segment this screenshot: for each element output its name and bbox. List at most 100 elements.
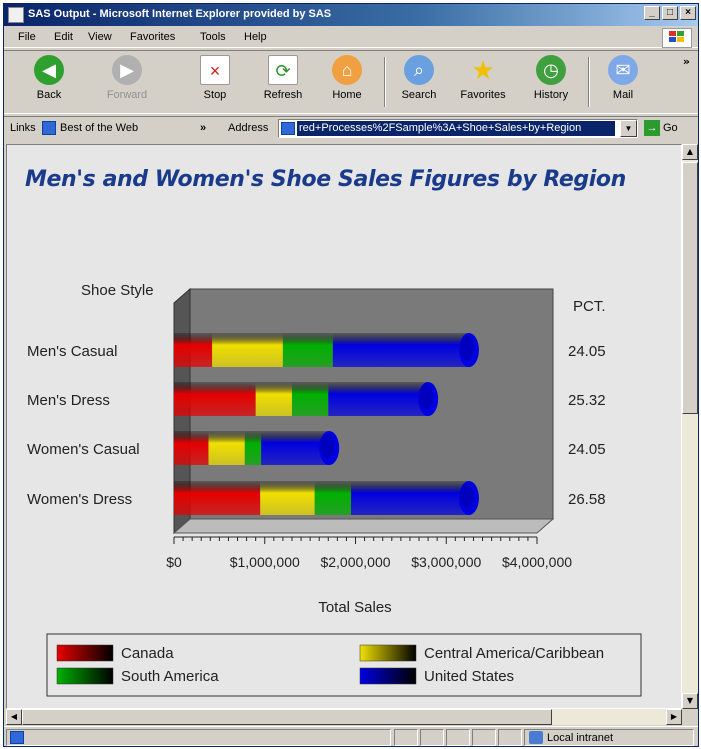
minimize-button[interactable]: _ [644, 6, 660, 20]
horizontal-scroll-thumb[interactable] [22, 709, 552, 725]
close-button[interactable]: × [680, 6, 696, 20]
vertical-scrollbar[interactable]: ▲ ▼ [682, 144, 698, 709]
windows-logo-icon [662, 28, 692, 48]
legend-swatch [56, 667, 114, 685]
mail-icon: ✉ [608, 55, 638, 85]
bar-segment [261, 431, 330, 465]
category-label: Men's Dress [27, 392, 110, 409]
menu-file[interactable]: File [18, 31, 36, 43]
best-of-web-link[interactable]: Best of the Web [60, 122, 138, 134]
address-input[interactable]: red+Processes%2FSample%3A+Shoe+Sales+by+… [278, 119, 638, 138]
address-value[interactable]: red+Processes%2FSample%3A+Shoe+Sales+by+… [297, 121, 615, 136]
bar-end-shade [459, 484, 474, 508]
back-arrow-icon: ◀ [34, 55, 64, 85]
legend-swatch [359, 667, 417, 685]
menu-tools[interactable]: Tools [200, 31, 226, 43]
search-label: Search [401, 89, 437, 101]
x-tick-label: $1,000,000 [230, 554, 300, 570]
category-label: Women's Casual [27, 441, 140, 458]
address-bar: Links Best of the Web » Address red+Proc… [4, 116, 698, 140]
toolbar: ◀ Back ▶ Forward × Stop ⟳ Refresh ⌂ Home… [4, 50, 698, 114]
mail-label: Mail [612, 89, 634, 101]
zone-label: Local intranet [547, 732, 614, 744]
bar-end-shade [320, 434, 335, 458]
legend-label: United States [424, 668, 514, 685]
address-label: Address [228, 122, 269, 134]
pct-header: PCT. [573, 298, 606, 315]
star-icon: ★ [471, 55, 495, 85]
legend-label: Central America/Caribbean [424, 645, 604, 662]
scroll-left-icon[interactable]: ◀ [6, 709, 22, 725]
search-button[interactable]: ⌕ Search [394, 55, 444, 111]
legend-label: South America [121, 668, 219, 685]
bar-segment [208, 431, 245, 465]
chart-floor [172, 518, 555, 534]
refresh-icon: ⟳ [268, 55, 298, 85]
back-button[interactable]: ◀ Back [24, 55, 74, 111]
chart-svg: Shoe Style PCT. Men's Casual 24.05 Men's Dre… [27, 282, 642, 697]
x-axis-label: Total Sales [318, 599, 391, 616]
go-label: Go [663, 121, 678, 134]
favorites-button[interactable]: ★ Favorites [458, 55, 508, 111]
home-icon: ⌂ [332, 55, 362, 85]
go-button[interactable]: → Go [644, 120, 678, 136]
y-axis-label: Shoe Style [81, 282, 154, 299]
toolbar-separator [384, 57, 386, 107]
scroll-down-icon[interactable]: ▼ [682, 693, 698, 709]
page-content: Men's and Women's Shoe Sales Figures by … [6, 144, 682, 709]
refresh-label: Refresh [263, 89, 303, 101]
bar-segment [174, 382, 256, 416]
bar-segment [212, 333, 283, 367]
bar-segment [291, 382, 329, 416]
chevron-more-icon[interactable]: » [683, 55, 690, 68]
bar-end-shade [459, 336, 474, 360]
home-button[interactable]: ⌂ Home [322, 55, 372, 111]
bar-segment [174, 333, 213, 367]
zone-pane: Local intranet [524, 729, 694, 746]
bar-segment [174, 431, 209, 465]
pct-value: 24.05 [568, 343, 606, 360]
refresh-button[interactable]: ⟳ Refresh [258, 55, 308, 111]
scroll-up-icon[interactable]: ▲ [682, 144, 698, 160]
links-label[interactable]: Links [10, 122, 36, 134]
stop-icon: × [200, 55, 230, 85]
address-dropdown-icon[interactable]: ▼ [620, 120, 637, 137]
menu-favorites[interactable]: Favorites [130, 31, 175, 43]
legend-swatch [56, 644, 114, 662]
bar-segment [244, 431, 262, 465]
history-button[interactable]: ◷ History [526, 55, 576, 111]
status-pane [394, 729, 418, 746]
menu-edit[interactable]: Edit [54, 31, 73, 43]
bar-segment [314, 481, 351, 515]
horizontal-scrollbar[interactable]: ◀ ▶ [6, 709, 682, 725]
status-pane [472, 729, 496, 746]
forward-button[interactable]: ▶ Forward [102, 55, 152, 111]
menu-help[interactable]: Help [244, 31, 267, 43]
pct-value: 26.58 [568, 491, 606, 508]
stop-button[interactable]: × Stop [190, 55, 240, 111]
go-arrow-icon: → [644, 120, 660, 136]
scroll-right-icon[interactable]: ▶ [666, 709, 682, 725]
home-label: Home [332, 89, 362, 101]
bar-segment [350, 481, 469, 515]
back-label: Back [36, 89, 62, 101]
legend-swatch [359, 644, 417, 662]
bar-segment [328, 382, 429, 416]
scroll-thumb[interactable] [682, 162, 698, 414]
toolbar-separator [588, 57, 590, 107]
category-label: Men's Casual [27, 343, 117, 360]
menu-bar: File Edit View Favorites Tools Help [4, 28, 698, 48]
window-title: SAS Output - Microsoft Internet Explorer… [28, 8, 332, 20]
maximize-button[interactable]: □ [662, 6, 678, 20]
bar-segment [255, 382, 292, 416]
bar-segment [260, 481, 315, 515]
status-bar: Local intranet [4, 726, 698, 746]
pct-value: 24.05 [568, 441, 606, 458]
category-label: Women's Dress [27, 491, 132, 508]
mail-button[interactable]: ✉ Mail [598, 55, 648, 111]
menu-view[interactable]: View [88, 31, 112, 43]
links-more-chevron-icon[interactable]: » [200, 122, 206, 134]
title-bar: SAS Output - Microsoft Internet Explorer… [4, 4, 698, 26]
x-tick-label: $3,000,000 [411, 554, 481, 570]
status-pane [498, 729, 522, 746]
